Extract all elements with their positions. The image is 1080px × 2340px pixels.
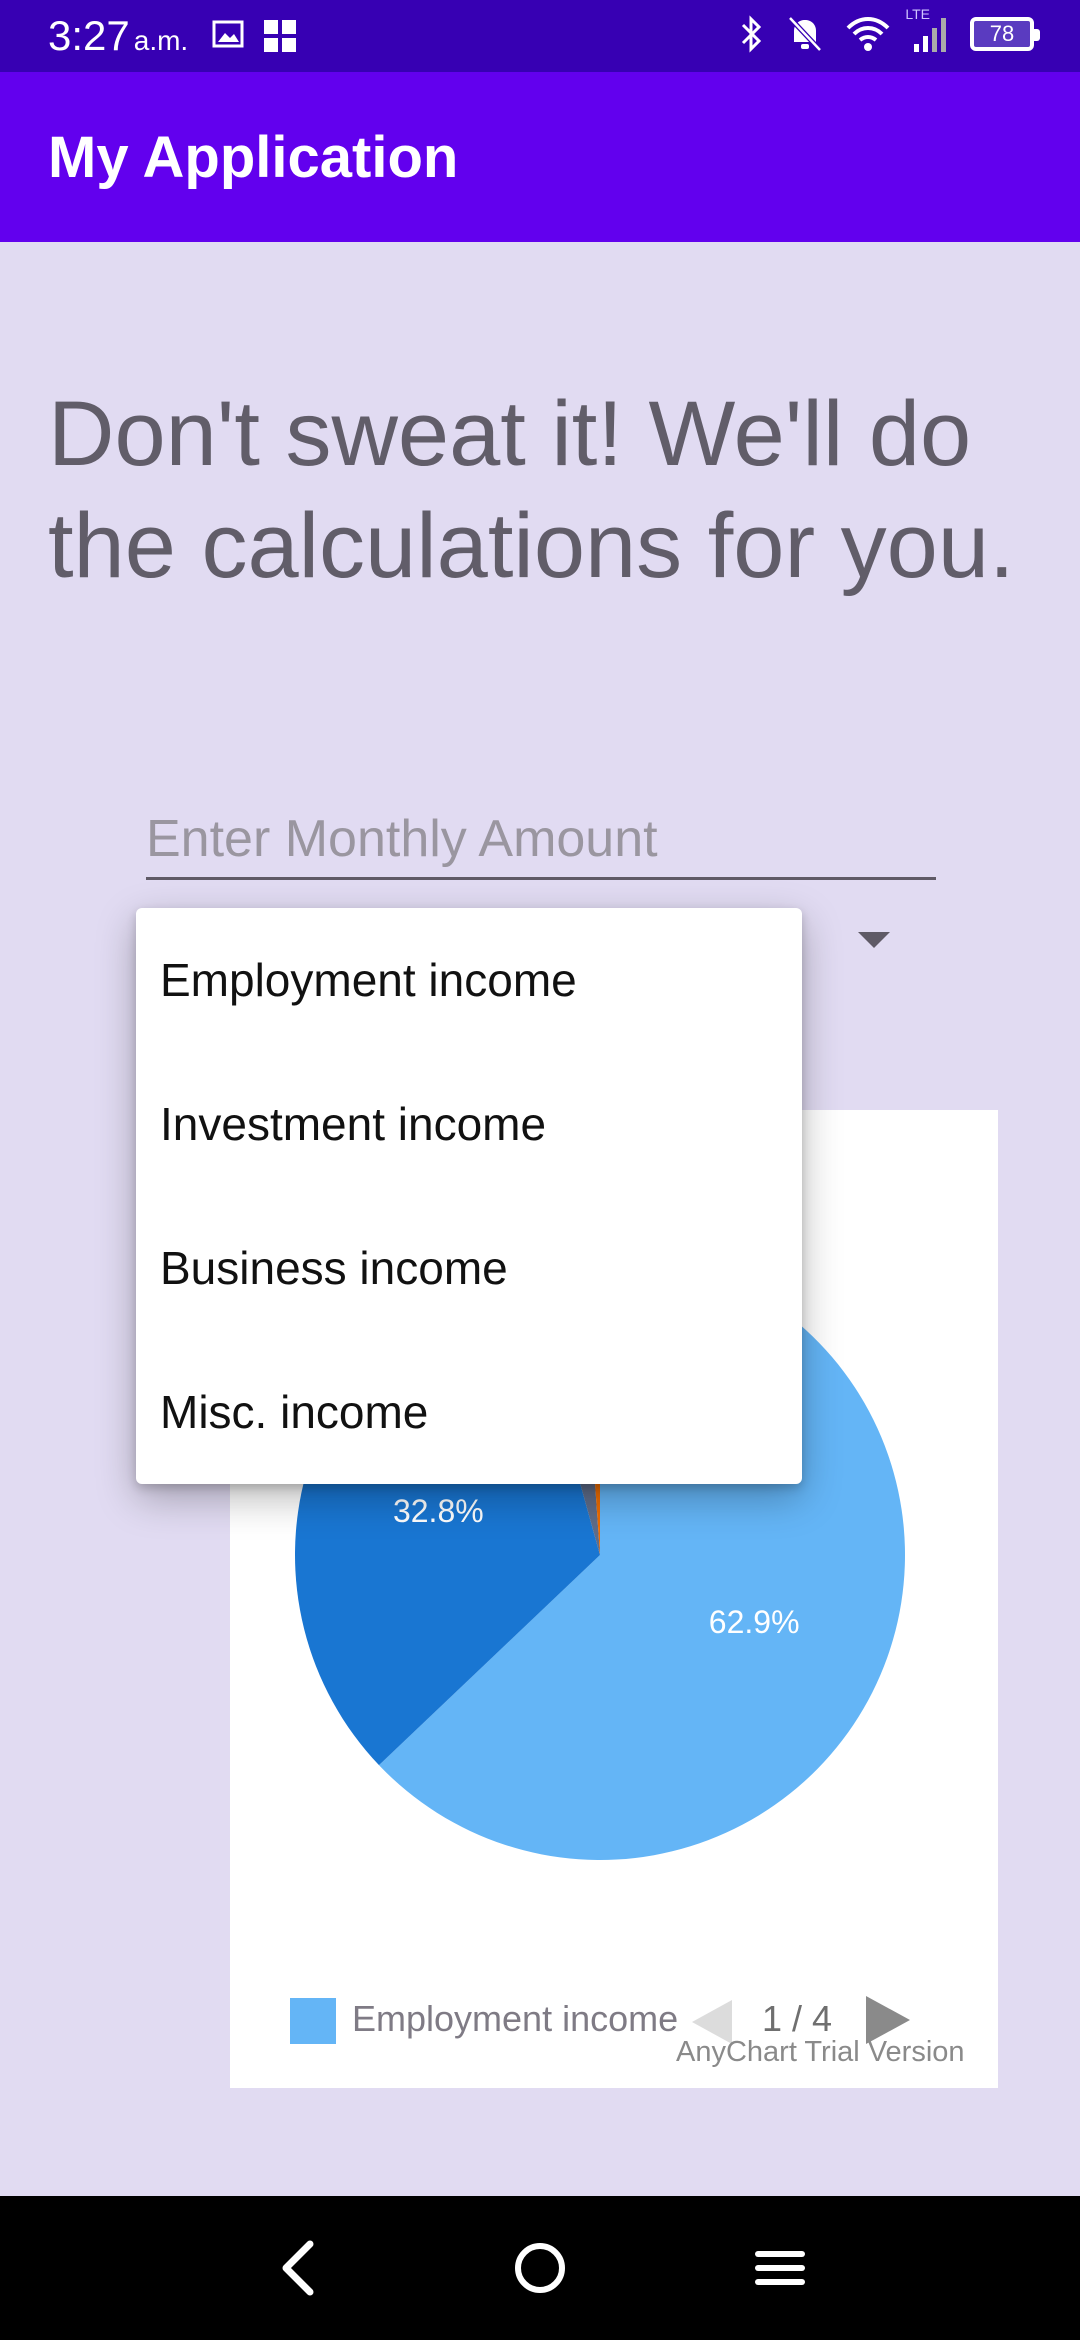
system-icons: 78 — [738, 14, 1040, 54]
pie-data-label-0: 62.9% — [709, 1604, 800, 1640]
dropdown-option-investment[interactable]: Investment income — [136, 1052, 802, 1196]
app-title: My Application — [48, 125, 459, 190]
notification-icons — [212, 18, 298, 54]
chevron-down-icon[interactable] — [858, 932, 890, 948]
status-bar: 3:27 a.m. LTE 78 — [0, 0, 1080, 72]
navigation-bar — [0, 2196, 1080, 2340]
dropdown-option-misc[interactable]: Misc. income — [136, 1340, 802, 1484]
status-time: 3:27 a.m. — [48, 12, 188, 60]
mute-icon — [788, 16, 822, 52]
clock-text: 3:27 — [48, 12, 130, 59]
monthly-amount-input[interactable] — [146, 800, 936, 880]
app-bar: My Application — [0, 72, 1080, 242]
legend-swatch — [290, 1998, 336, 2044]
legend-page-label: 1 / 4 — [762, 1998, 833, 2039]
home-icon[interactable] — [504, 2232, 576, 2304]
clock-ampm: a.m. — [133, 25, 189, 56]
battery-level: 78 — [989, 21, 1015, 46]
image-icon — [212, 20, 244, 48]
back-icon[interactable] — [264, 2232, 336, 2304]
pie-data-label-1: 32.8% — [393, 1493, 484, 1529]
grid-icon — [264, 20, 296, 52]
legend-label: Employment income — [352, 1998, 679, 2039]
headline: Don't sweat it! We'll do the calculation… — [48, 383, 1015, 597]
chart-credit: AnyChart Trial Version — [676, 2036, 965, 2068]
menu-icon[interactable] — [744, 2232, 816, 2304]
income-type-dropdown: Employment income Investment income Busi… — [136, 908, 802, 1484]
bluetooth-icon — [741, 15, 762, 53]
signal-icon — [914, 18, 946, 52]
dropdown-option-business[interactable]: Business income — [136, 1196, 802, 1340]
wifi-icon — [846, 17, 890, 51]
dropdown-option-employment[interactable]: Employment income — [136, 908, 802, 1052]
battery-icon: 78 — [970, 17, 1040, 51]
